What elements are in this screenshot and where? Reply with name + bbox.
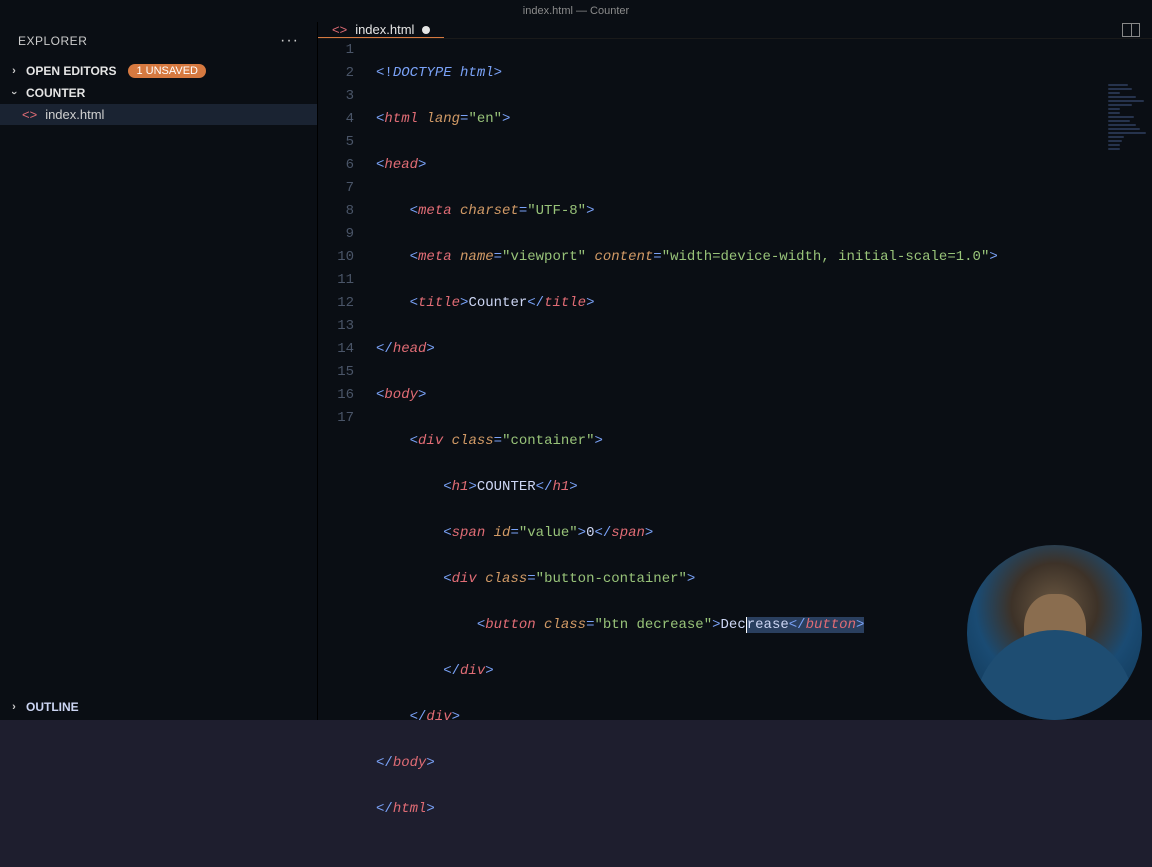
- code-editor[interactable]: 1234567891011121314151617 <!DOCTYPE html…: [318, 39, 1152, 867]
- outline-section[interactable]: › OUTLINE: [0, 694, 317, 720]
- tab-bar: <> index.html: [318, 22, 1152, 39]
- window-title: index.html — Counter: [523, 5, 629, 17]
- minimap[interactable]: [1108, 84, 1148, 164]
- explorer-actions-icon[interactable]: ···: [280, 32, 299, 50]
- split-editor-icon[interactable]: [1122, 23, 1140, 37]
- file-tree-item[interactable]: <> index.html: [0, 104, 317, 125]
- outline-label: OUTLINE: [26, 700, 79, 714]
- tab-label: index.html: [355, 22, 414, 37]
- file-name: index.html: [45, 107, 104, 122]
- window-titlebar: index.html — Counter: [0, 0, 1152, 22]
- chevron-down-icon: ›: [8, 87, 20, 99]
- line-gutter: 1234567891011121314151617: [318, 39, 376, 867]
- webcam-overlay: [967, 545, 1142, 720]
- explorer-title: EXPLORER: [18, 34, 87, 48]
- chevron-right-icon: ›: [8, 701, 20, 713]
- project-folder-section[interactable]: › COUNTER: [0, 82, 317, 104]
- html-file-icon: <>: [22, 107, 37, 122]
- code-content[interactable]: <!DOCTYPE html> <html lang="en"> <head> …: [376, 39, 1152, 867]
- explorer-sidebar: EXPLORER ··· › OPEN EDITORS 1 UNSAVED › …: [0, 22, 318, 720]
- open-editors-section[interactable]: › OPEN EDITORS 1 UNSAVED: [0, 60, 317, 82]
- open-editors-label: OPEN EDITORS: [26, 64, 116, 78]
- chevron-right-icon: ›: [8, 65, 20, 77]
- unsaved-dot-icon: [422, 26, 430, 34]
- html-file-icon: <>: [332, 22, 347, 37]
- tab-index-html[interactable]: <> index.html: [318, 22, 444, 38]
- unsaved-badge: 1 UNSAVED: [128, 64, 206, 78]
- project-name: COUNTER: [26, 86, 85, 100]
